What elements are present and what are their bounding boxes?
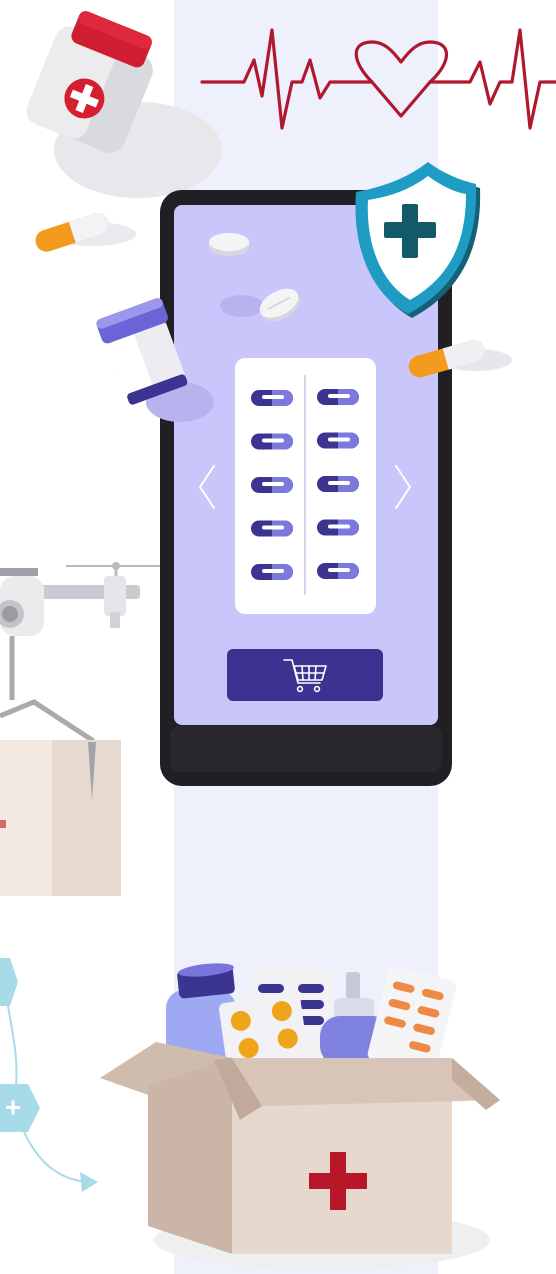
blister-pack-card[interactable] bbox=[235, 358, 376, 614]
blister-pill bbox=[251, 390, 293, 406]
medicine-box-icon bbox=[100, 963, 500, 1254]
phone-bottom-bezel bbox=[170, 726, 442, 772]
illustration-canvas bbox=[0, 0, 556, 1274]
tablet-shadow bbox=[220, 295, 264, 317]
blister-pill bbox=[317, 476, 359, 492]
pharmacy-delivery-illustration bbox=[0, 0, 556, 1274]
blister-pill bbox=[251, 477, 293, 493]
blister-pill bbox=[317, 563, 359, 579]
blister-pack-icon bbox=[218, 993, 308, 1069]
blister-pill bbox=[251, 433, 293, 450]
blister-pill bbox=[251, 520, 293, 537]
hexagon-plus-icon bbox=[0, 958, 98, 1192]
capsule-icon bbox=[35, 212, 136, 252]
blister-pill bbox=[317, 519, 359, 536]
blister-pill bbox=[317, 389, 359, 405]
add-to-cart-button[interactable] bbox=[227, 649, 383, 701]
tablet-icon bbox=[209, 233, 249, 256]
blister-pill bbox=[317, 432, 359, 449]
parcel-box-icon bbox=[0, 740, 121, 896]
blister-pill bbox=[251, 564, 293, 580]
